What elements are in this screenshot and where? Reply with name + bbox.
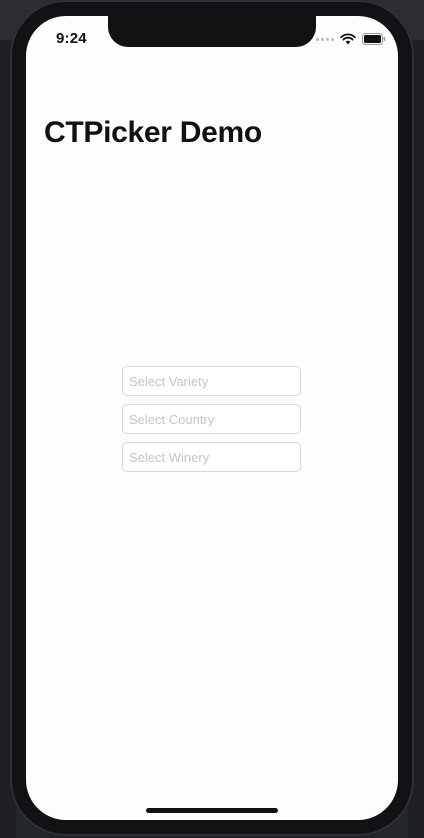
page-title: CTPicker Demo — [44, 116, 262, 149]
select-country-field[interactable] — [122, 404, 301, 434]
status-time: 9:24 — [56, 30, 87, 47]
status-icons — [316, 32, 386, 46]
device-notch — [108, 16, 316, 47]
home-indicator[interactable] — [146, 808, 278, 813]
battery-icon — [362, 33, 386, 45]
simulator-device-frame: 9:24 CTPicker Demo — [10, 0, 414, 836]
wifi-icon — [340, 33, 356, 45]
app-screen: 9:24 CTPicker Demo — [26, 16, 398, 820]
select-variety-field[interactable] — [122, 366, 301, 396]
signal-dots-icon — [316, 37, 334, 41]
select-winery-field[interactable] — [122, 442, 301, 472]
